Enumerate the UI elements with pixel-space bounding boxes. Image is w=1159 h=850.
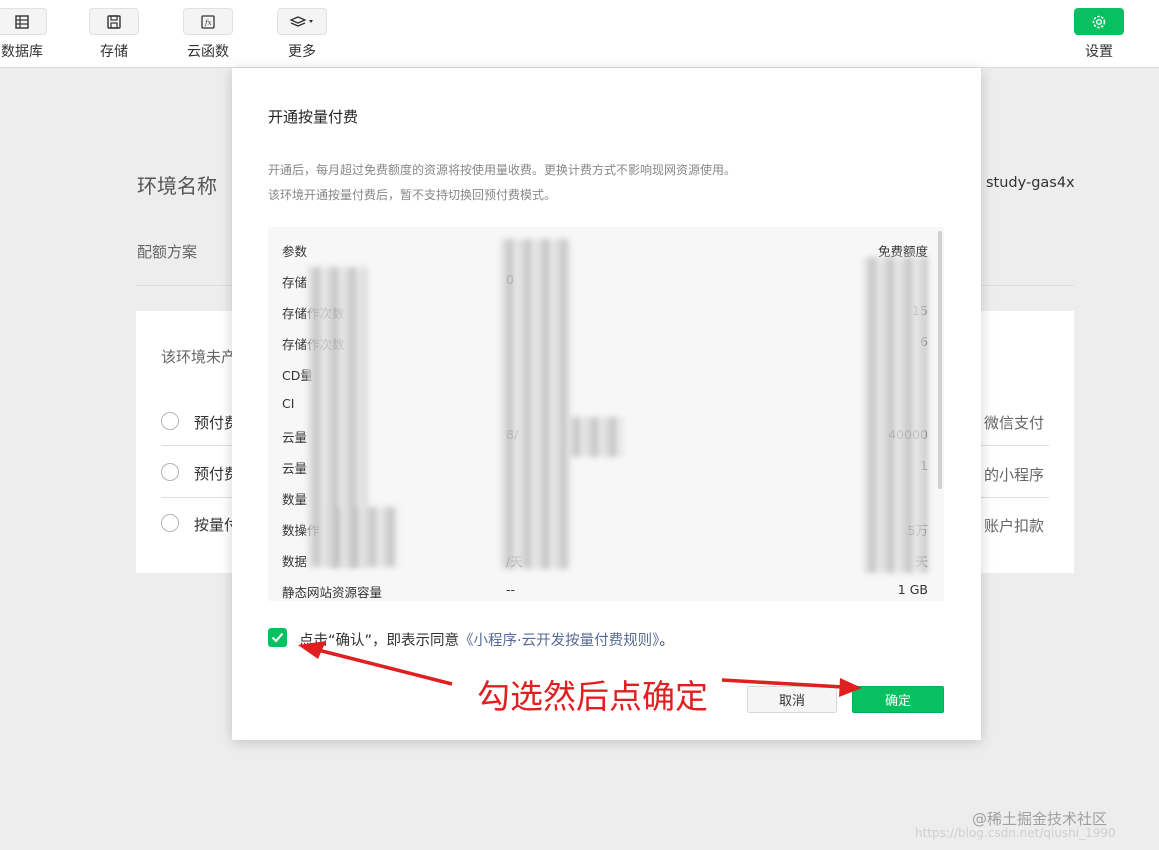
arrow-to-confirm (721, 678, 844, 689)
arrowhead-right-icon (839, 678, 862, 697)
watermark-url: https://blog.csdn.net/qiushi_1990 (915, 826, 1116, 840)
annotation-arrows (298, 641, 862, 697)
arrow-to-checkbox (317, 648, 453, 686)
annotation-text: 勾选然后点确定 (477, 677, 708, 716)
arrowhead-left-icon (298, 641, 326, 659)
